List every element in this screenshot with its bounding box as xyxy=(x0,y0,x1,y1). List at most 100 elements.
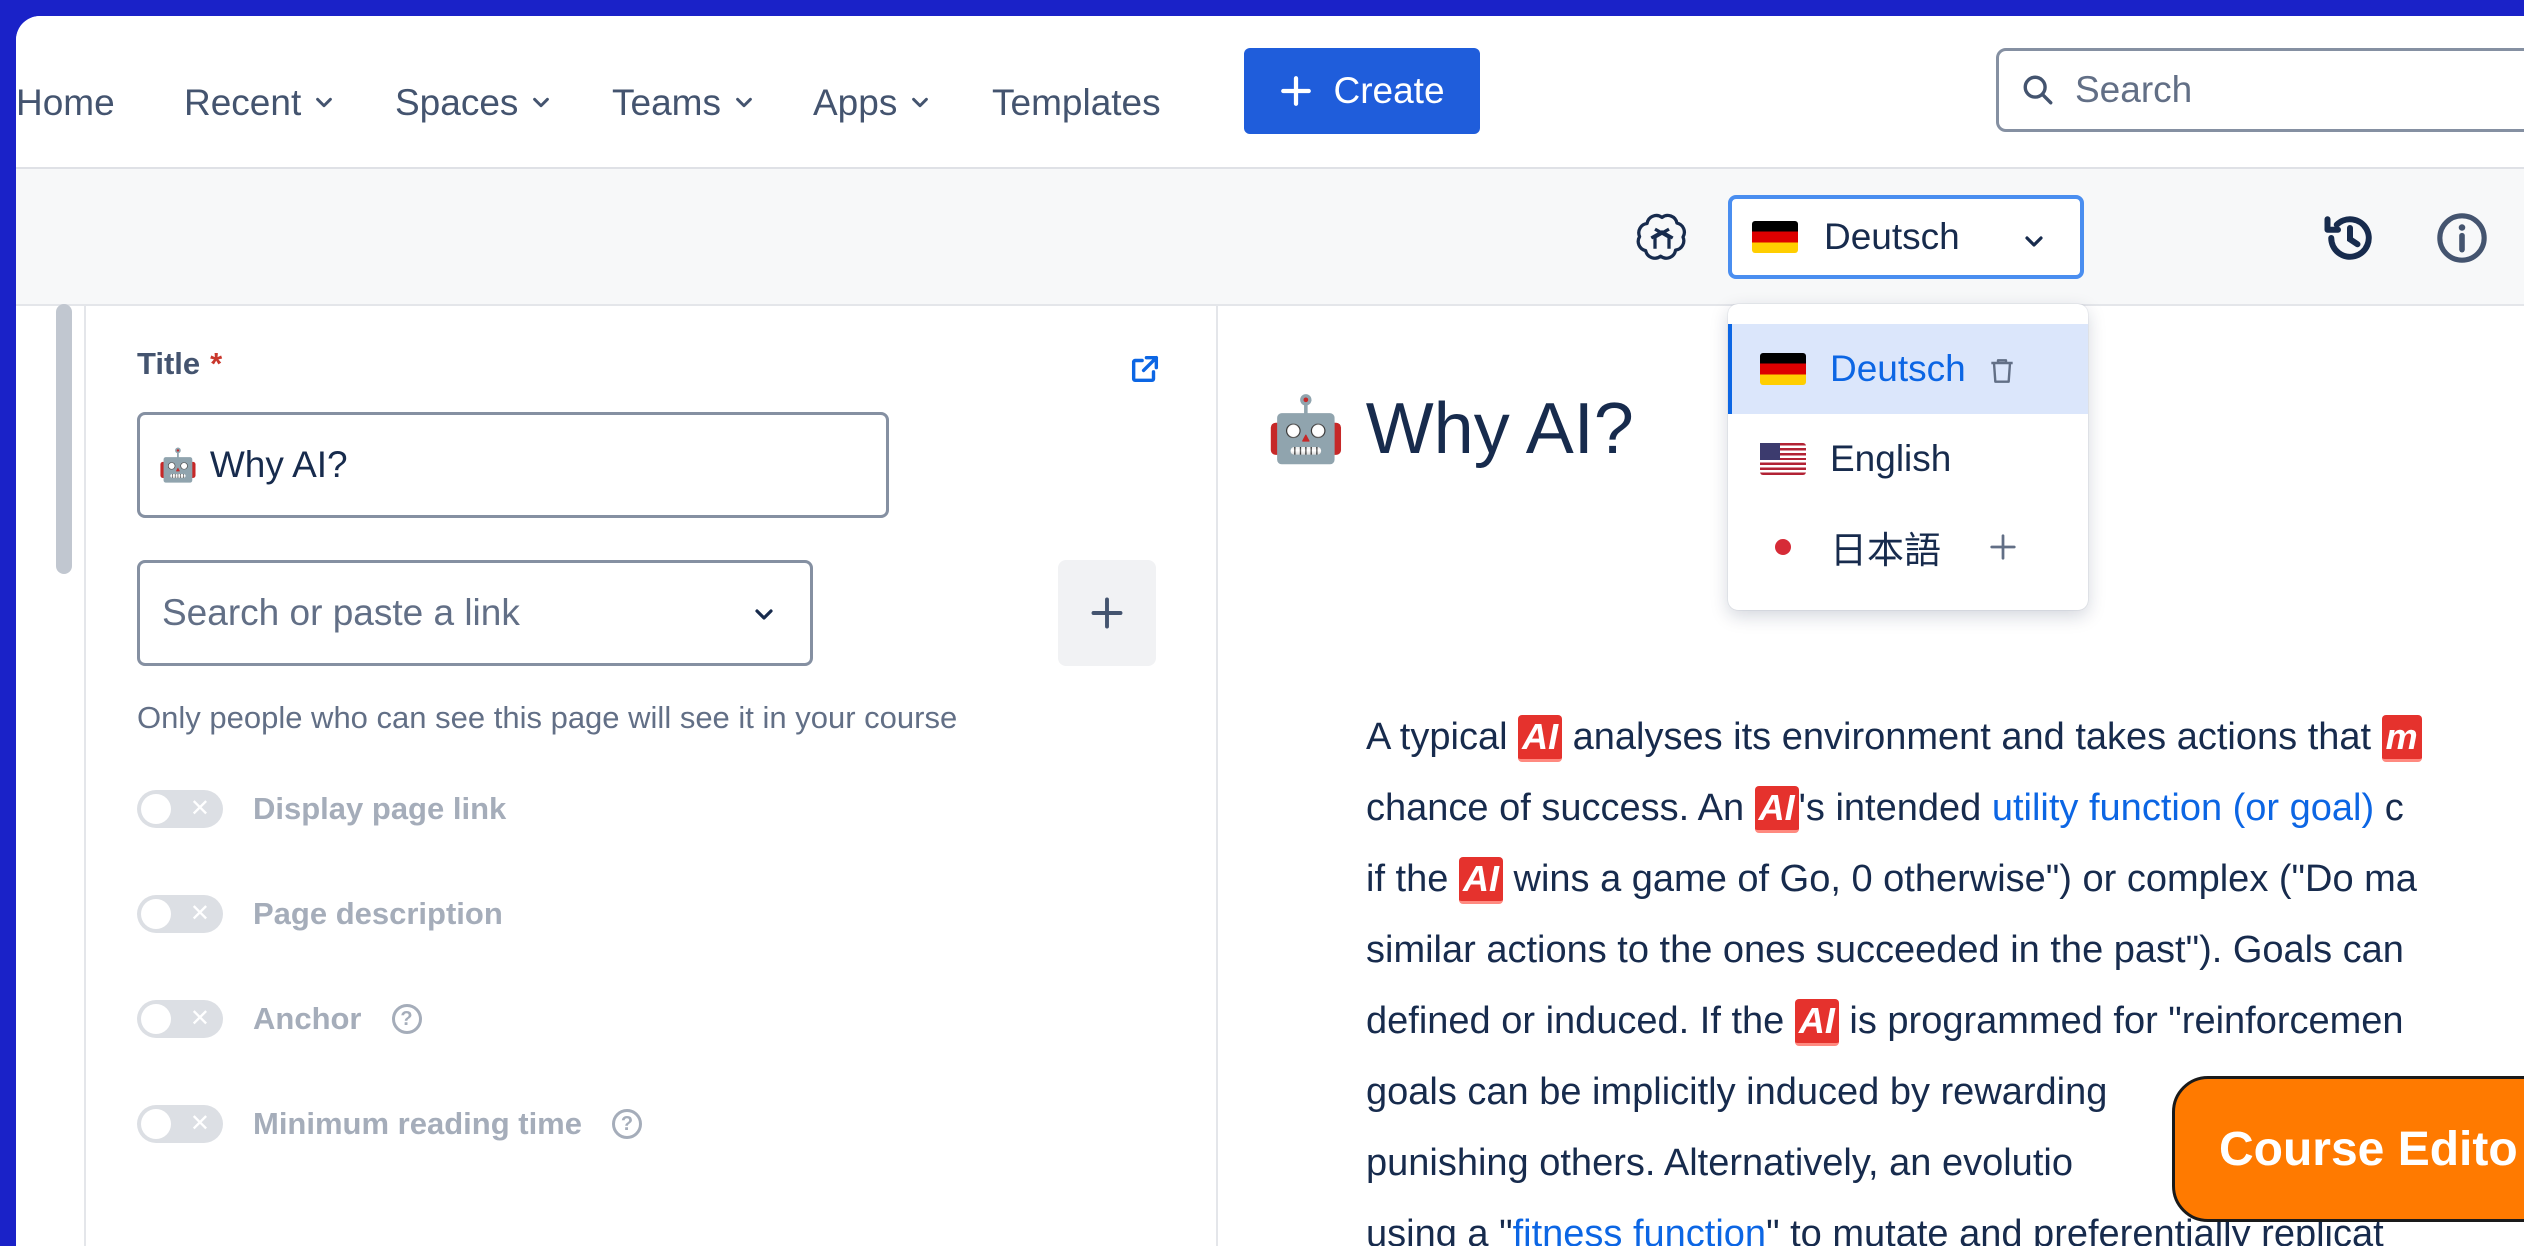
course-editor-button[interactable]: Course Edito xyxy=(2172,1076,2524,1222)
language-option-label: English xyxy=(1830,438,1952,479)
language-option-japanese[interactable]: 日本語 xyxy=(1728,502,2088,592)
inline-link[interactable]: utility function (or goal) xyxy=(1992,787,2374,829)
nav-teams-label: Teams xyxy=(612,82,721,123)
toggle-switch[interactable]: ✕ xyxy=(137,790,223,828)
paragraph-text: is programmed for "reinforcemen xyxy=(1838,1000,2404,1042)
nav-spaces[interactable]: Spaces xyxy=(395,82,552,124)
ai-glossary-badge[interactable]: AI xyxy=(1518,715,1563,762)
language-select[interactable]: Deutsch xyxy=(1728,195,2084,279)
paragraph-line: if the AI wins a game of Go, 0 otherwise… xyxy=(1366,844,2524,915)
paragraph-line: A typical AI analyses its environment an… xyxy=(1366,702,2524,773)
external-link-icon[interactable] xyxy=(1128,352,1162,386)
nav-spaces-label: Spaces xyxy=(395,82,519,123)
help-icon[interactable]: ? xyxy=(391,1004,422,1034)
nav-apps[interactable]: Apps xyxy=(813,82,931,124)
search-icon xyxy=(2023,75,2053,105)
toggle-minimum-reading-time[interactable]: ✕ Minimum reading time ? xyxy=(137,1105,642,1143)
inline-link[interactable]: fitness function xyxy=(1513,1213,1766,1246)
paragraph-text: if the xyxy=(1366,858,1459,900)
toggle-anchor[interactable]: ✕ Anchor ? xyxy=(137,1000,422,1038)
create-button[interactable]: Create xyxy=(1244,48,1480,134)
paragraph-text: c xyxy=(2374,787,2404,829)
toggle-label: Page description xyxy=(253,896,503,931)
germany-flag-icon xyxy=(1760,353,1806,385)
link-help-text: Only people who can see this page will s… xyxy=(137,700,958,735)
language-option-deutsch[interactable]: Deutsch xyxy=(1728,324,2088,414)
nav-apps-label: Apps xyxy=(813,82,898,123)
chevron-down-icon xyxy=(2025,236,2043,247)
paragraph-text: goals can be implicitly induced by rewar… xyxy=(1366,1071,2108,1113)
paragraph-text: A typical xyxy=(1366,716,1519,758)
trash-icon[interactable] xyxy=(1986,354,2018,388)
paragraph-text: analyses its environment and takes actio… xyxy=(1562,716,2382,758)
toggle-switch[interactable]: ✕ xyxy=(137,1000,223,1038)
chevron-down-icon xyxy=(755,609,773,620)
link-search-input[interactable]: Search or paste a link xyxy=(137,560,813,666)
toggle-display-page-link[interactable]: ✕ Display page link xyxy=(137,790,506,828)
paragraph-line: chance of success. An AI's intended util… xyxy=(1366,773,2524,844)
chevron-down-icon xyxy=(912,97,929,108)
toggle-switch[interactable]: ✕ xyxy=(137,1105,223,1143)
plus-icon xyxy=(1091,597,1123,629)
paragraph-text: using a " xyxy=(1366,1213,1513,1246)
title-label-text: Title xyxy=(137,346,201,381)
required-mark: * xyxy=(210,346,223,381)
paragraph-text: punishing others. Alternatively, an evol… xyxy=(1366,1142,2073,1184)
plus-icon xyxy=(1281,76,1312,106)
robot-icon: 🤖 xyxy=(1266,392,1346,465)
panel-divider xyxy=(1216,304,1218,1246)
search-placeholder: Search xyxy=(2075,69,2193,110)
link-search-placeholder: Search or paste a link xyxy=(162,592,520,633)
paragraph-line: defined or induced. If the AI is program… xyxy=(1366,986,2524,1057)
nav-templates-label: Templates xyxy=(992,82,1161,123)
info-icon[interactable] xyxy=(2434,210,2490,266)
help-icon[interactable]: ? xyxy=(611,1109,642,1139)
page-toolbar xyxy=(16,169,2524,306)
japan-flag-icon xyxy=(1775,539,1791,555)
nav-home[interactable]: Home xyxy=(16,82,115,124)
chevron-down-icon xyxy=(736,97,752,108)
title-input[interactable]: 🤖 Why AI? xyxy=(137,412,889,518)
nav-teams[interactable]: Teams xyxy=(612,82,755,124)
nav-recent-label: Recent xyxy=(184,82,302,123)
paragraph-text: defined or induced. If the xyxy=(1366,1000,1795,1042)
history-icon[interactable] xyxy=(2320,208,2380,268)
nav-home-label: Home xyxy=(16,82,115,123)
language-option-label: 日本語 xyxy=(1830,530,1941,571)
language-select-value: Deutsch xyxy=(1824,216,1960,257)
toggle-label: Display page link xyxy=(253,791,507,826)
app-window: Home Recent Spaces Teams Apps Templates … xyxy=(16,16,2524,1246)
ai-glossary-badge[interactable]: AI xyxy=(1458,857,1503,904)
robot-icon: 🤖 xyxy=(158,447,198,483)
top-navigation: Home Recent Spaces Teams Apps Templates … xyxy=(16,16,2524,169)
ai-glossary-badge[interactable]: AI xyxy=(1754,786,1799,833)
search-input[interactable]: Search xyxy=(1996,48,2524,132)
toggle-label: Anchor xyxy=(253,1001,362,1036)
nav-templates[interactable]: Templates xyxy=(992,82,1161,124)
language-option-english[interactable]: English xyxy=(1728,414,2088,504)
paragraph-text: 's intended xyxy=(1798,787,1992,829)
paragraph-text: similar actions to the ones succeeded in… xyxy=(1366,929,2404,971)
paragraph-line: similar actions to the ones succeeded in… xyxy=(1366,915,2524,986)
toggle-switch[interactable]: ✕ xyxy=(137,895,223,933)
plus-icon[interactable] xyxy=(1988,532,2018,562)
add-link-button[interactable] xyxy=(1058,560,1156,666)
ai-glossary-badge[interactable]: m xyxy=(2381,715,2422,762)
ai-assistant-icon[interactable] xyxy=(1634,210,1690,266)
preview-heading: 🤖 Why AI? xyxy=(1266,388,1634,470)
language-dropdown-menu: Deutsch English 日本語 xyxy=(1728,304,2088,610)
scrollbar[interactable] xyxy=(56,304,72,574)
toggle-label: Minimum reading time xyxy=(253,1106,582,1141)
language-option-label: Deutsch xyxy=(1830,348,1966,389)
preview-heading-text: Why AI? xyxy=(1365,389,1634,469)
toggle-page-description[interactable]: ✕ Page description xyxy=(137,895,503,933)
chevron-down-icon xyxy=(316,97,333,108)
title-input-value: Why AI? xyxy=(209,444,348,485)
usa-flag-icon xyxy=(1760,443,1806,475)
ai-glossary-badge[interactable]: AI xyxy=(1794,999,1839,1046)
panel-border xyxy=(84,304,86,1246)
nav-recent[interactable]: Recent xyxy=(184,82,335,124)
chevron-down-icon xyxy=(533,97,550,108)
germany-flag-icon xyxy=(1752,221,1798,253)
create-button-label: Create xyxy=(1333,70,1445,111)
